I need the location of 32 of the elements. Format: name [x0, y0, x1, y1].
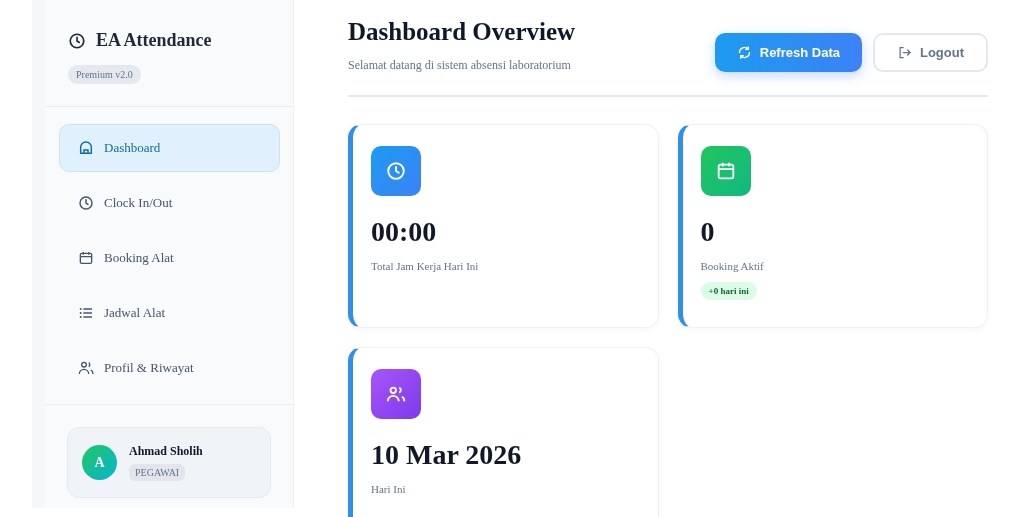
users-icon — [78, 360, 94, 376]
clock-icon — [68, 31, 86, 50]
change-badge: +0 hari ini — [700, 282, 757, 300]
page-subtitle: Selamat datang di sistem absensi laboratorium — [348, 58, 572, 73]
home-icon — [78, 140, 94, 156]
calendar-icon — [700, 146, 751, 196]
version-badge: Premium v2.0 — [68, 65, 141, 84]
stat-label: Booking Aktif — [700, 260, 764, 272]
refresh-button[interactable]: Refresh Data — [714, 33, 862, 72]
sidebar-item[interactable]: Dashboard — [59, 124, 280, 172]
stat-label: Hari Ini — [371, 483, 406, 495]
refresh-icon — [736, 45, 752, 60]
page-title: Dashboard Overview — [348, 18, 576, 46]
logout-icon — [896, 45, 912, 60]
list-icon — [78, 305, 94, 321]
logout-button[interactable]: Logout — [872, 33, 988, 72]
sidebar-item[interactable]: Booking Alat — [59, 234, 280, 282]
clock-icon — [78, 195, 94, 211]
stat-value: 0 — [700, 216, 715, 248]
brand-name: EA Attendance — [96, 30, 212, 51]
clock-icon — [371, 146, 421, 196]
sidebar-item[interactable]: Profil & Riwayat — [59, 344, 280, 392]
sidebar-item[interactable]: Jadwal Alat — [59, 289, 280, 337]
user-name: Ahmad Sholih — [129, 444, 203, 459]
user-avatar: A — [82, 445, 117, 480]
role-badge: PEGAWAI — [129, 464, 186, 481]
calendar-icon — [78, 250, 94, 266]
stat-value: 10 Mar 2026 — [371, 439, 522, 471]
stat-label: Total Jam Kerja Hari Ini — [371, 260, 479, 272]
stat-value: 00:00 — [371, 216, 437, 248]
users-icon — [371, 369, 421, 419]
sidebar-item[interactable]: Clock In/Out — [59, 179, 280, 227]
